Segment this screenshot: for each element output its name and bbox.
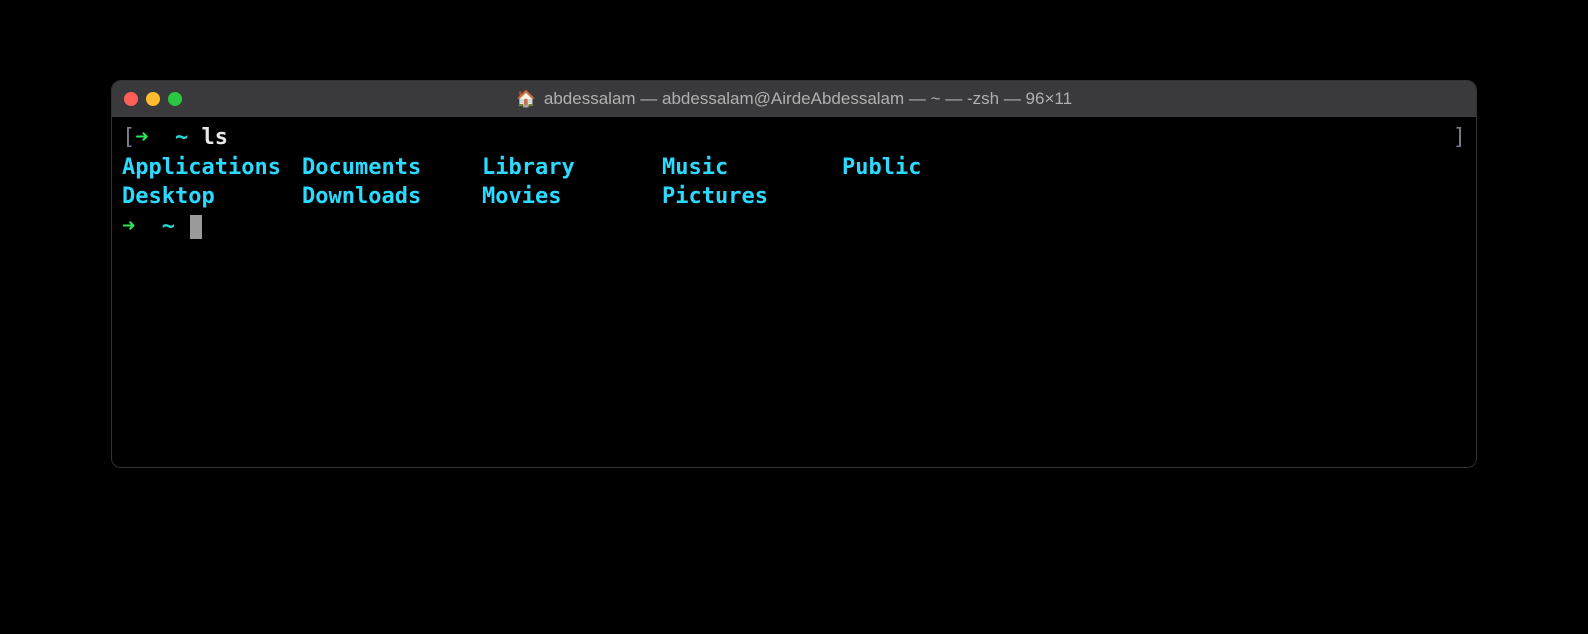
minimize-icon[interactable]	[146, 92, 160, 106]
prompt-arrow-icon: ➜	[122, 214, 135, 239]
maximize-icon[interactable]	[168, 92, 182, 106]
window-titlebar[interactable]: 🏠 abdessalam — abdessalam@AirdeAbdessala…	[112, 81, 1476, 117]
bracket-close: ]	[1453, 123, 1466, 153]
close-icon[interactable]	[124, 92, 138, 106]
dir-item: Library	[482, 153, 662, 183]
prompt-arrow-icon: ➜	[135, 125, 148, 150]
terminal-window: 🏠 abdessalam — abdessalam@AirdeAbdessala…	[111, 80, 1477, 468]
dir-item: Downloads	[302, 182, 482, 212]
ls-output: Applications Documents Library Music Pub…	[122, 153, 1466, 212]
traffic-lights	[124, 92, 182, 106]
dir-item: Documents	[302, 153, 482, 183]
cursor	[190, 215, 202, 239]
prompt-line-1: [➜ ~ ls]	[122, 123, 1466, 153]
terminal-body[interactable]: [➜ ~ ls] Applications Documents Library …	[112, 117, 1476, 467]
bracket-open: [	[122, 125, 135, 150]
title-text: abdessalam — abdessalam@AirdeAbdessalam …	[544, 89, 1072, 109]
dir-item: Movies	[482, 182, 662, 212]
prompt-line-2: ➜ ~	[122, 212, 1466, 242]
prompt-path: ~	[175, 125, 188, 150]
dir-item: Desktop	[122, 182, 302, 212]
dir-item: Pictures	[662, 182, 842, 212]
command-text: ls	[202, 125, 229, 150]
prompt-path: ~	[162, 214, 175, 239]
window-title: 🏠 abdessalam — abdessalam@AirdeAbdessala…	[516, 89, 1072, 109]
dir-item: Music	[662, 153, 842, 183]
home-icon: 🏠	[516, 89, 536, 109]
dir-item: Public	[842, 153, 1022, 183]
dir-item: Applications	[122, 153, 302, 183]
dir-item	[842, 182, 1022, 212]
